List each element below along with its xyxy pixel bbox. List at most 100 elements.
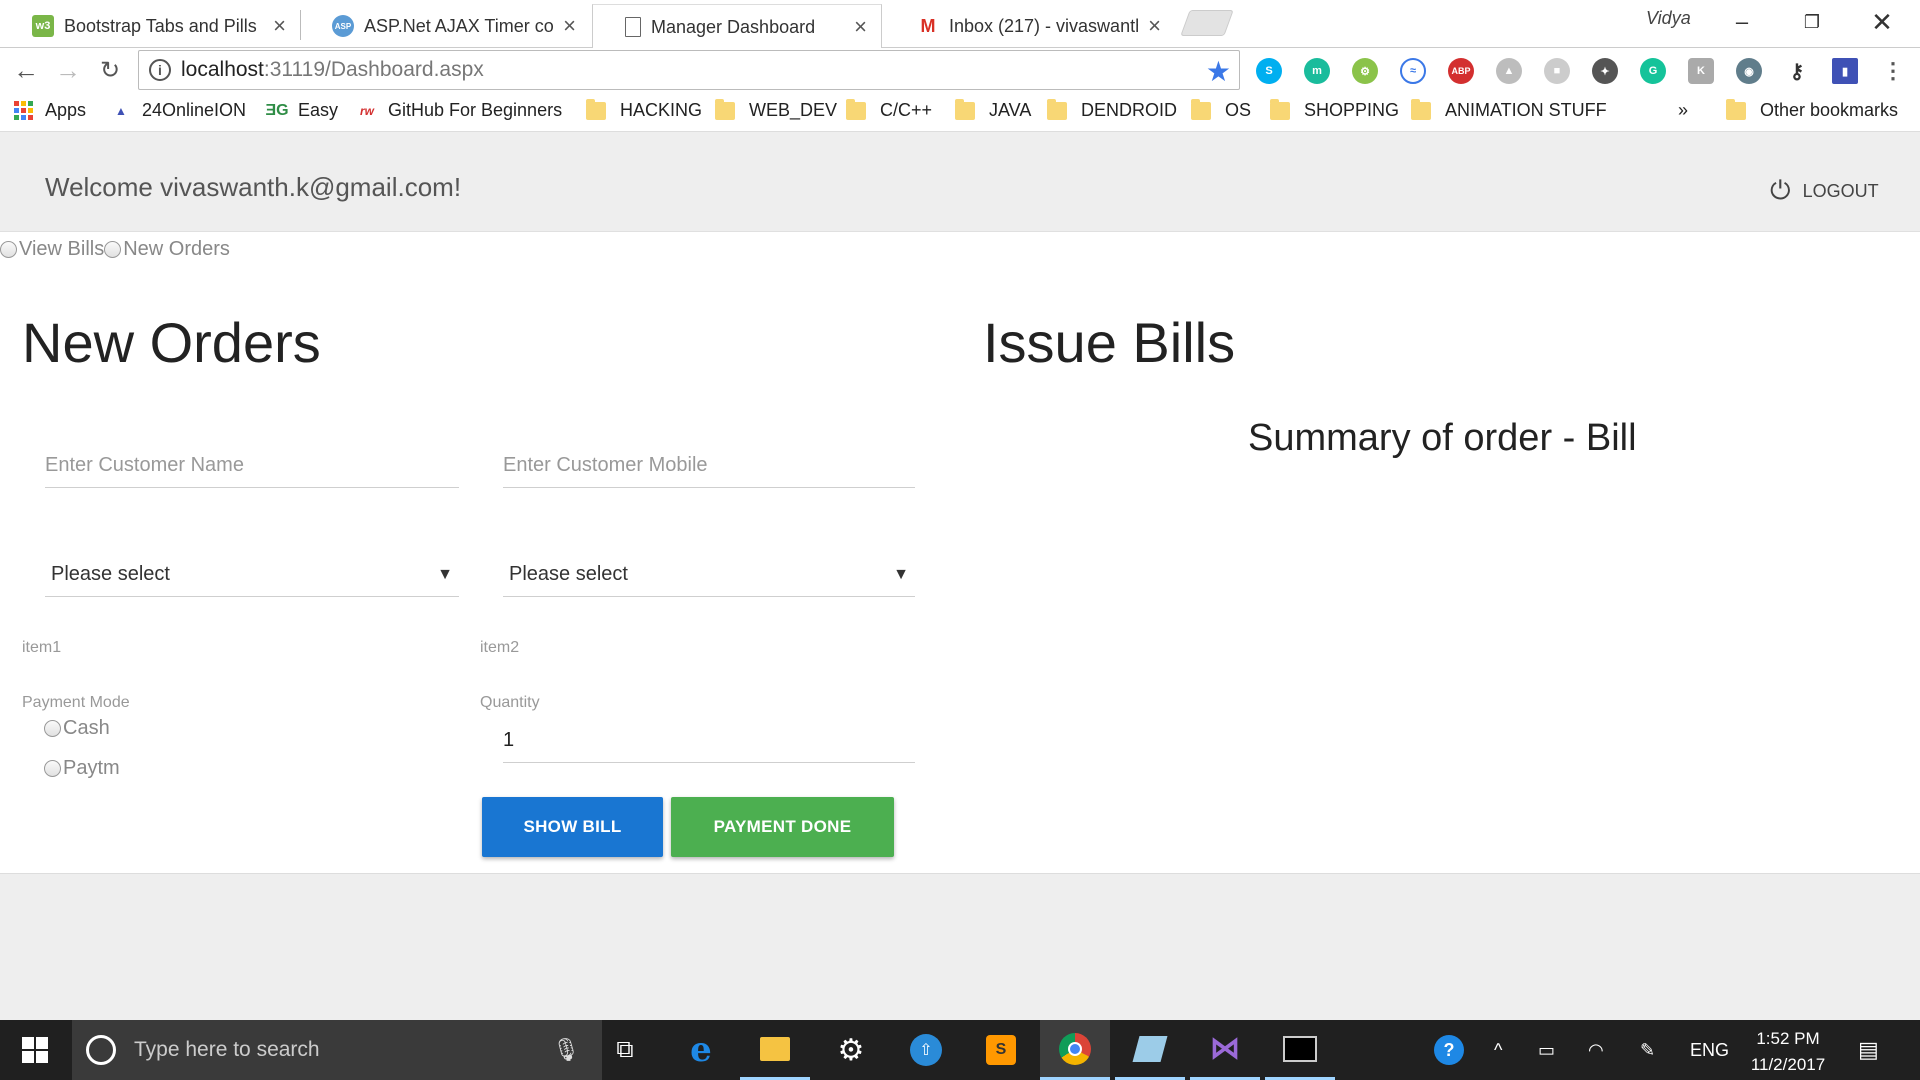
browser-tab-bootstrap[interactable]: w3 Bootstrap Tabs and Pills × [0,4,300,48]
w3schools-icon: w3 [32,15,54,37]
notepad-icon[interactable] [1115,1020,1185,1080]
taskbar-clock[interactable]: 1:52 PM 11/2/2017 [1738,1026,1838,1078]
paytm-radio[interactable] [44,760,61,777]
visual-studio-icon[interactable]: ⋈ [1190,1020,1260,1080]
notifications-icon[interactable]: ▤ [1858,1020,1879,1080]
sublime-text-icon[interactable]: S [966,1020,1036,1080]
new-tab-button[interactable] [1180,10,1234,36]
address-bar[interactable]: i localhost:31119/Dashboard.aspx ★ [138,50,1240,90]
minimize-icon[interactable]: – [1712,4,1772,40]
bookmark-folder-hacking[interactable]: HACKING [586,98,703,121]
skype-icon[interactable]: S [1256,58,1282,84]
language-indicator[interactable]: ENG [1690,1020,1729,1080]
clock-date: 11/2/2017 [1750,1055,1826,1074]
close-icon[interactable]: × [854,14,867,40]
bookmark-folder-other[interactable]: Other bookmarks [1726,98,1898,121]
info-icon[interactable]: i [149,59,171,81]
bookmark-24onlineion[interactable]: ▲ 24OnlineION [110,100,246,121]
bookmark-label: ANIMATION STUFF [1445,100,1607,120]
profile-name[interactable]: Vidya [1646,8,1691,29]
key-icon[interactable]: ⚷ [1784,58,1810,84]
file-explorer-icon[interactable] [740,1020,810,1080]
bookmark-folder-java[interactable]: JAVA [955,98,1031,121]
payment-done-button[interactable]: PAYMENT DONE [671,797,894,857]
command-prompt-icon[interactable] [1265,1020,1335,1080]
bookmark-label: HACKING [620,100,703,120]
cash-radio[interactable] [44,720,61,737]
battery-icon[interactable]: ▭ [1538,1020,1555,1080]
show-bill-button[interactable]: SHOW BILL [482,797,663,857]
folder-icon [586,98,606,120]
payment-option-paytm[interactable]: Paytm [44,757,120,780]
bookmark-easy[interactable]: ƎG Easy [265,100,338,121]
folder-icon [1270,98,1290,120]
help-icon[interactable]: ? [1434,1020,1464,1080]
windows-start-button[interactable] [0,1020,70,1080]
view-bills-label[interactable]: View Bills [19,238,104,261]
24online-icon: ▲ [115,103,127,118]
bookmark-label: 24OnlineION [142,100,247,120]
bookmarks-overflow-button[interactable]: » [1678,100,1688,121]
browser-tab-asp[interactable]: ASP ASP.Net AJAX Timer cont × [300,4,590,48]
forward-arrow-icon[interactable]: → [50,54,86,86]
logout-button[interactable]: ⏻ LOGOUT [1770,175,1879,207]
k-extension-icon[interactable]: K [1688,58,1714,84]
edge-browser-icon[interactable]: e [666,1020,736,1080]
back-arrow-icon[interactable]: ← [8,54,44,86]
microphone-icon[interactable]: 🎙 [552,1037,580,1063]
bookmark-folder-animation[interactable]: ANIMATION STUFF [1411,98,1607,121]
chrome-icon[interactable] [1040,1020,1110,1080]
adblock-icon[interactable]: ABP [1448,58,1474,84]
bookmark-folder-dendroid[interactable]: DENDROID [1047,98,1177,121]
item2-select[interactable]: Please select ▼ [503,553,915,597]
bookmark-star-icon[interactable]: ★ [1206,55,1231,88]
grammarly-icon[interactable]: G [1640,58,1666,84]
taskbar-search-placeholder: Type here to search [134,1038,320,1061]
bookmark-folder-cpp[interactable]: C/C++ [846,98,932,121]
bookmark-label: GitHub For Beginners [388,100,563,120]
mendeley-icon[interactable]: m [1304,58,1330,84]
close-icon[interactable]: × [1148,13,1161,39]
bookmark-manager-icon[interactable]: ▮ [1832,58,1858,84]
wifi-icon[interactable]: ◠ [1588,1020,1604,1080]
settings-gear-icon[interactable]: ⚙ [816,1020,886,1080]
chevron-up-icon[interactable]: ^ [1494,1020,1502,1080]
cube-icon[interactable]: ■ [1544,58,1570,84]
pen-icon[interactable]: ✎ [1640,1020,1655,1080]
extension-icon[interactable]: ⚙ [1352,58,1378,84]
compass-icon[interactable]: ✦ [1592,58,1618,84]
cloud-upload-icon[interactable]: ⇧ [891,1020,961,1080]
quantity-input[interactable]: 1 [503,719,915,763]
customer-mobile-input[interactable]: Enter Customer Mobile [503,444,915,488]
browser-tab-dashboard[interactable]: Manager Dashboard × [592,4,882,49]
tab-title: Inbox (217) - vivaswanth [949,15,1139,36]
drive-icon[interactable]: ▲ [1496,58,1522,84]
bookmark-folder-shopping[interactable]: SHOPPING [1270,98,1399,121]
view-bills-radio[interactable] [0,241,17,258]
folder-icon [1047,98,1067,120]
close-icon[interactable]: × [273,13,286,39]
bookmark-github-beginners[interactable]: rw GitHub For Beginners [356,100,566,121]
restore-icon[interactable]: ❐ [1782,4,1842,40]
eye-icon[interactable]: ◉ [1736,58,1762,84]
reload-icon[interactable]: ↻ [92,54,128,86]
browser-tab-inbox[interactable]: M Inbox (217) - vivaswanth × [885,4,1175,48]
close-icon[interactable]: × [563,13,576,39]
new-orders-radio[interactable] [104,241,122,258]
task-view-icon[interactable]: ⧉ [590,1020,660,1080]
close-window-icon[interactable]: ✕ [1852,4,1912,40]
customer-name-input[interactable]: Enter Customer Name [45,444,459,488]
sync-icon[interactable]: ≈ [1400,58,1426,84]
tab-title: ASP.Net AJAX Timer cont [364,15,554,36]
bookmark-apps[interactable]: Apps [14,100,86,121]
menu-kebab-icon[interactable]: ⋮ [1880,58,1906,84]
item1-select[interactable]: Please select ▼ [45,553,459,597]
taskbar-search-box[interactable]: Type here to search 🎙 [72,1020,602,1080]
new-orders-label[interactable]: New Orders [123,238,230,261]
tab-title: Bootstrap Tabs and Pills [64,15,257,36]
bookmark-folder-webdev[interactable]: WEB_DEV [715,98,837,121]
bookmark-folder-os[interactable]: OS [1191,98,1251,121]
paytm-label: Paytm [63,757,120,779]
payment-option-cash[interactable]: Cash [44,717,110,740]
apps-grid-icon [14,101,33,120]
